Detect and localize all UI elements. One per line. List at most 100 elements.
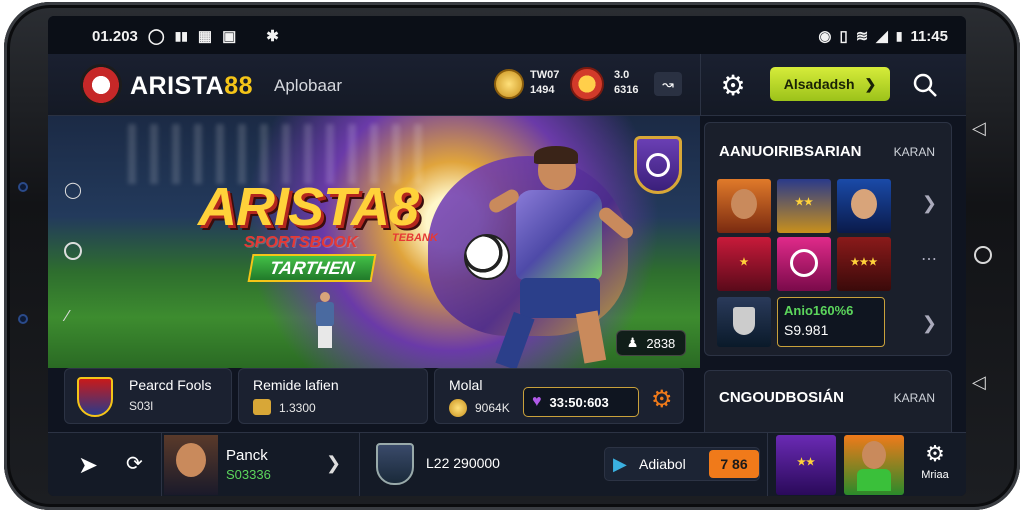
chevron-right-icon[interactable]: ❯ bbox=[922, 313, 937, 334]
action-badge[interactable]: 7 86 bbox=[709, 450, 759, 478]
menu-icon: ⚙ bbox=[925, 441, 945, 466]
game-thumb[interactable] bbox=[717, 297, 771, 347]
panel-heading: AANUOIRIBSARIAN bbox=[719, 143, 862, 160]
brand-accent: 88 bbox=[224, 72, 254, 100]
refresh-icon[interactable]: ⟳ bbox=[126, 451, 143, 476]
coin2-value: 3.0 6316 bbox=[614, 68, 638, 98]
more-dots-icon[interactable]: ⋯ bbox=[921, 249, 937, 269]
menu-button[interactable]: ⚙ Mriaa bbox=[910, 441, 960, 491]
coin1-line2: 1494 bbox=[530, 84, 555, 96]
card-item[interactable]: Remide lafien 1.3300 bbox=[238, 368, 428, 424]
promo-box[interactable]: Anio160%6 S9.981 bbox=[777, 297, 885, 347]
chart-icon[interactable]: ↝ bbox=[654, 72, 682, 96]
player-value: S03336 bbox=[226, 467, 271, 482]
coin2-line1: 3.0 bbox=[614, 69, 630, 81]
card-title: Pearcd Fools bbox=[129, 377, 212, 393]
app-header: ARISTA88 Aplobaar TW07 1494 3.0 6316 ↝ ⚙… bbox=[48, 54, 966, 116]
featured-games-panel: AANUOIRIBSARIAN KARAN ★★ ❯ ★ ★★★ ⋯ Anio1… bbox=[704, 122, 952, 356]
back-triangle-icon[interactable]: ◁ bbox=[972, 372, 986, 393]
card-value: S03l bbox=[129, 399, 154, 413]
amount-pill[interactable]: ♥ 33:50:603 bbox=[523, 387, 639, 417]
player-avatar bbox=[164, 435, 218, 495]
back-triangle-icon[interactable]: ◁ bbox=[972, 118, 986, 139]
match-segment[interactable]: L22 290000 ▶ Adiabol 7 86 bbox=[360, 433, 768, 496]
chevron-right-icon[interactable]: ❯ bbox=[326, 453, 341, 474]
card-item[interactable]: Pearcd Fools S03l bbox=[64, 368, 232, 424]
vibrate-icon: ▯ bbox=[839, 28, 848, 45]
bottom-player-thumb[interactable] bbox=[844, 435, 904, 495]
brand-main: ARISTA bbox=[130, 72, 225, 100]
action-pill[interactable]: ▶ Adiabol 7 86 bbox=[604, 447, 760, 481]
hero-counter[interactable]: ♟ 2838 bbox=[616, 330, 686, 356]
front-camera-icon bbox=[18, 182, 28, 192]
game-thumb[interactable] bbox=[837, 179, 891, 233]
panel-view-all-link[interactable]: KARAN bbox=[894, 145, 935, 159]
coin1-value: TW07 1494 bbox=[530, 68, 559, 98]
brand-logo-icon[interactable] bbox=[80, 64, 122, 106]
stadium-lights bbox=[128, 124, 428, 184]
game-thumb[interactable] bbox=[717, 179, 771, 233]
deposit-button-label: Alsadadsh bbox=[783, 76, 855, 92]
status-bar: 01.203 ◯ ▮▮ ▦ ▣ ✱ ◉ ▯ ≋ ◢ ▮ 11:45 bbox=[48, 16, 966, 54]
coin-icon bbox=[449, 399, 467, 417]
chat-icon: ▣ bbox=[222, 28, 237, 45]
signal-icon: ▮▮ bbox=[174, 29, 188, 43]
coin1-line1: TW07 bbox=[530, 69, 560, 81]
search-icon[interactable] bbox=[908, 68, 942, 102]
hero-banner[interactable]: ARISTA8 SPORTSBOOK TEBANK TARTHEN ♟ 2838 bbox=[48, 116, 700, 368]
menu-label: Mriaa bbox=[921, 469, 949, 481]
card-item[interactable]: Molal 9064K ♥ 33:50:603 ⚙ bbox=[434, 368, 684, 424]
lock-icon[interactable]: ◯ bbox=[64, 180, 82, 200]
circle-icon[interactable] bbox=[64, 242, 82, 260]
game-thumb[interactable]: ★ bbox=[717, 237, 771, 291]
bluetooth-icon: ✱ bbox=[266, 28, 279, 45]
player-name: Panck bbox=[226, 447, 268, 464]
hero-subtitle-small: TEBANK bbox=[392, 232, 438, 244]
quick-cards: Pearcd Fools S03l Remide lafien 1.3300 M… bbox=[64, 368, 684, 424]
status-time-left: 01.203 bbox=[92, 27, 138, 45]
alarm-icon: ◯ bbox=[147, 28, 165, 45]
chest-icon bbox=[253, 399, 271, 415]
coin2-line2: 6316 bbox=[614, 84, 639, 96]
deposit-button[interactable]: Alsadadsh ❯ bbox=[770, 67, 890, 101]
football-icon bbox=[464, 234, 510, 280]
panel2-view-all-link[interactable]: KARAN bbox=[894, 391, 935, 405]
panel2-heading: CNGOUDBOSIÁN bbox=[719, 389, 845, 406]
bottom-bar: ➤ ⟳ Panck S03336 ❯ L22 290000 ▶ Adiabol … bbox=[48, 432, 966, 496]
game-thumb[interactable] bbox=[777, 237, 831, 291]
arrow-logo-icon[interactable]: ➤ bbox=[78, 451, 98, 480]
hero-subtitle: SPORTSBOOK bbox=[244, 234, 358, 251]
wifi-icon: ≋ bbox=[855, 28, 869, 45]
user-icon: ♟ bbox=[626, 335, 639, 350]
gold-coin-icon[interactable] bbox=[494, 69, 524, 99]
chevron-right-icon[interactable]: ❯ bbox=[922, 193, 937, 214]
battery-icon: ▮ bbox=[895, 29, 903, 43]
hero-tag[interactable]: TARTHEN bbox=[247, 254, 377, 282]
action-badge-value: 7 86 bbox=[720, 456, 748, 472]
cell-signal-icon: ◢ bbox=[876, 28, 888, 45]
match-text: L22 290000 bbox=[426, 455, 500, 471]
game-thumb[interactable]: ★★★ bbox=[837, 237, 891, 291]
location-icon: ◉ bbox=[818, 28, 832, 45]
player-card[interactable]: Panck S03336 ❯ bbox=[162, 433, 360, 496]
settings-gear-icon[interactable]: ⚙ bbox=[651, 385, 673, 414]
play-icon: ▶ bbox=[613, 454, 627, 474]
brand-name: ARISTA88 bbox=[130, 72, 253, 101]
game-thumb[interactable]: ★★ bbox=[777, 179, 831, 233]
hero-counter-value: 2838 bbox=[646, 335, 676, 351]
home-circle-icon[interactable] bbox=[974, 246, 992, 264]
promo-line2: S9.981 bbox=[784, 322, 829, 338]
card-title: Remide lafien bbox=[253, 377, 339, 393]
hero-title: ARISTA8 bbox=[198, 177, 419, 237]
chevron-right-icon: ❯ bbox=[864, 75, 877, 92]
card-value: 1.3300 bbox=[279, 401, 316, 415]
settings-gear-icon[interactable]: ⚙ bbox=[718, 70, 748, 101]
amount-value: 33:50:603 bbox=[549, 394, 609, 410]
gem-icon: ♥ bbox=[532, 393, 542, 410]
bonus-coin-icon[interactable] bbox=[570, 67, 604, 101]
promo-line1: Anio160%6 bbox=[784, 303, 854, 318]
bottom-game-thumb[interactable]: ★★ bbox=[776, 435, 836, 495]
club-shield-icon bbox=[376, 443, 414, 485]
card-value: 9064K bbox=[475, 401, 510, 415]
edit-icon[interactable]: ∕ bbox=[66, 308, 69, 326]
